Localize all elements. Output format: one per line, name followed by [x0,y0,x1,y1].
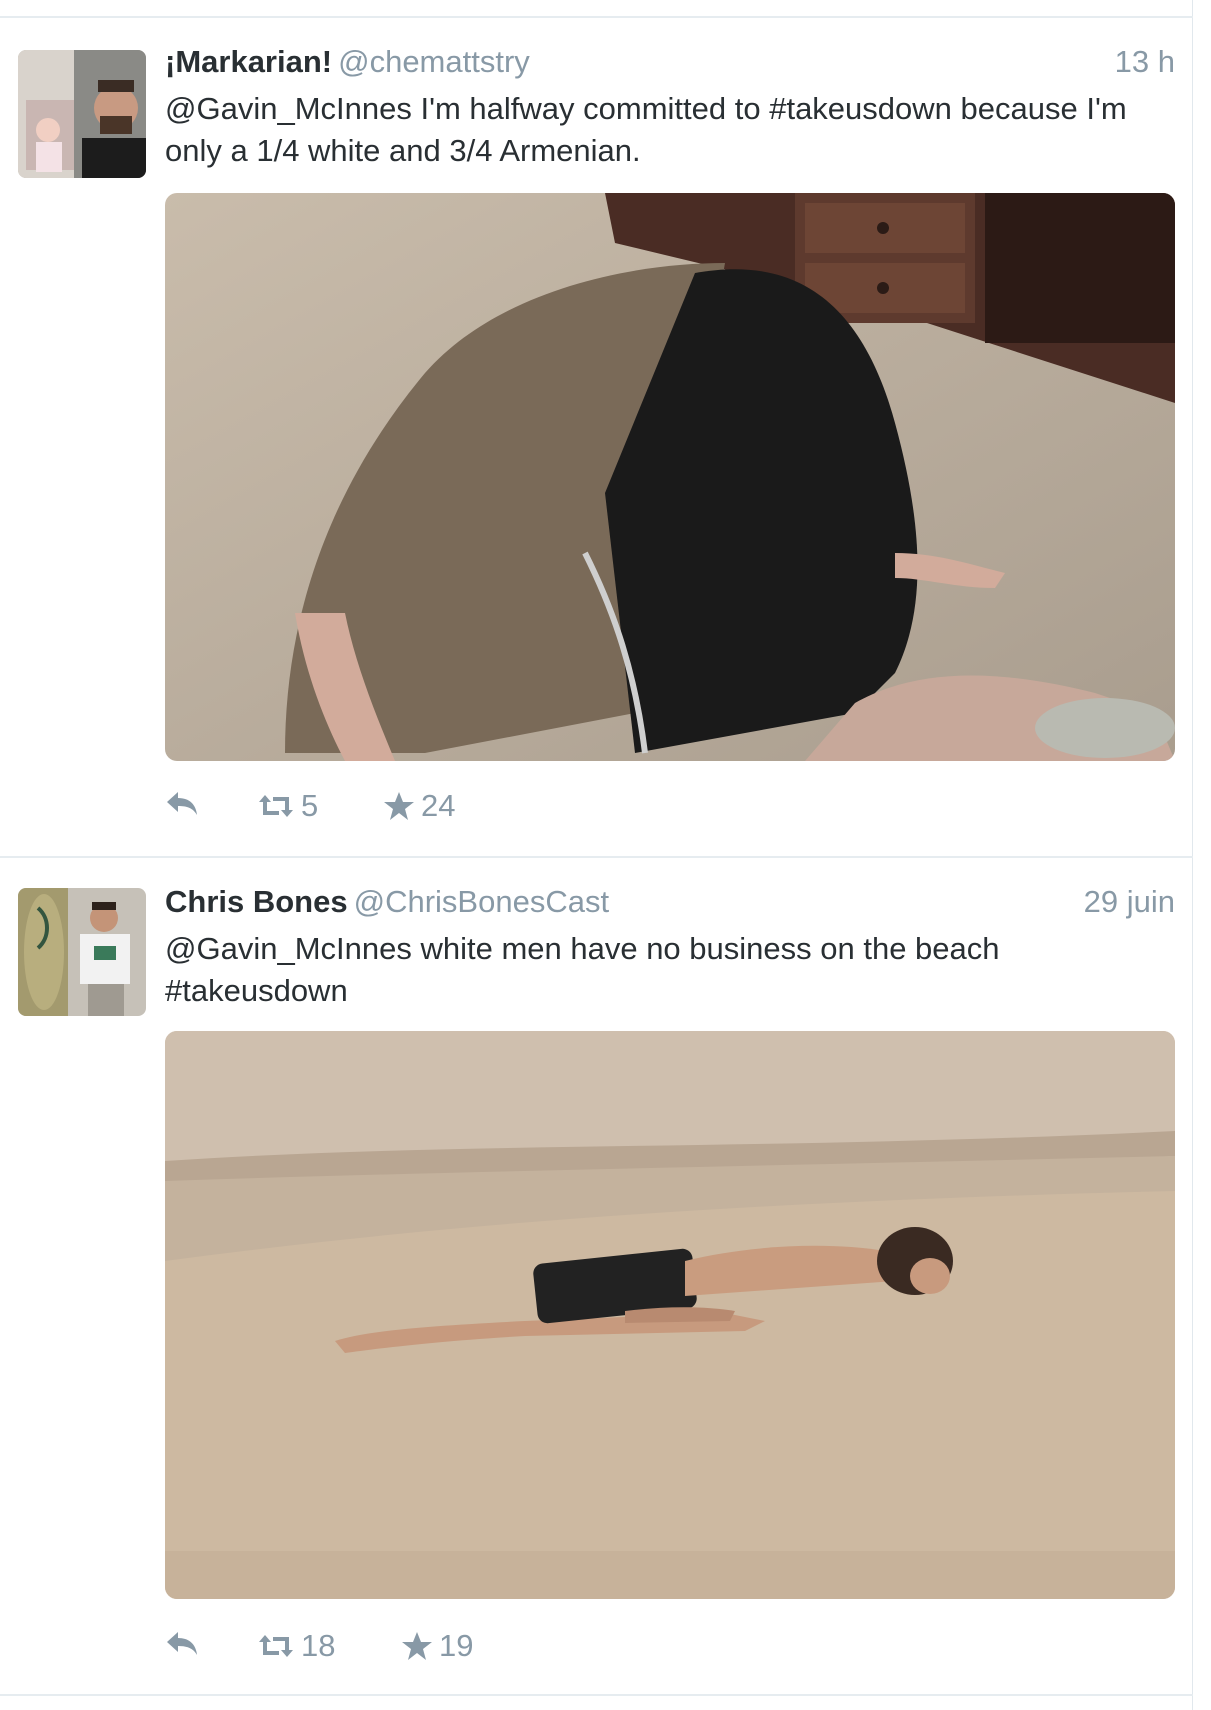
user-fullname[interactable]: ¡Markarian! [165,44,332,79]
tweet-header: ¡Markarian! @chemattstry 13 h [165,44,1175,84]
retweet-count: 5 [301,788,319,823]
user-handle[interactable]: @ChrisBonesCast [354,884,609,919]
tweet[interactable]: Chris Bones @ChrisBonesCast 29 juin @Gavi… [0,858,1193,1696]
tweet-timestamp[interactable]: 13 h [1115,44,1175,80]
tweet-text: @Gavin_McInnes white men have no busines… [165,931,1009,1008]
reply-button[interactable] [165,1628,199,1658]
favorite-count: 24 [421,788,456,823]
retweet-icon [259,1635,293,1657]
timeline: ¡Markarian! @chemattstry 13 h @Gavin_McIn… [0,0,1193,1710]
scrollbar-gutter[interactable] [1193,0,1211,1710]
reply-button[interactable] [165,788,199,818]
favorite-button[interactable]: 19 [401,1628,473,1664]
retweet-button[interactable]: 5 [257,788,318,824]
user-avatar[interactable] [18,50,146,178]
tweet-timestamp[interactable]: 29 juin [1084,884,1175,920]
tweet-header: Chris Bones @ChrisBonesCast 29 juin [165,884,1175,924]
user-fullname[interactable]: Chris Bones [165,884,348,919]
tweet-text: @Gavin_McInnes I'm halfway committed to … [165,91,1136,168]
favorite-count: 19 [439,1628,474,1663]
retweet-button[interactable]: 18 [257,1628,335,1664]
star-icon [402,1632,432,1660]
tweet[interactable]: ¡Markarian! @chemattstry 13 h @Gavin_McIn… [0,18,1193,856]
star-icon [384,792,414,820]
tweet-divider [0,1694,1193,1696]
retweet-icon [259,795,293,817]
retweet-count: 18 [301,1628,336,1663]
reply-icon [167,792,197,815]
favorite-button[interactable]: 24 [383,788,455,824]
tweet-actions: 5 24 [165,788,565,828]
reply-icon [167,1632,197,1655]
tweet-actions: 18 19 [165,1628,565,1668]
tweet-photo[interactable] [165,193,1175,761]
user-avatar[interactable] [18,888,146,1016]
user-handle[interactable]: @chemattstry [338,44,530,79]
tweet-photo[interactable] [165,1031,1175,1599]
